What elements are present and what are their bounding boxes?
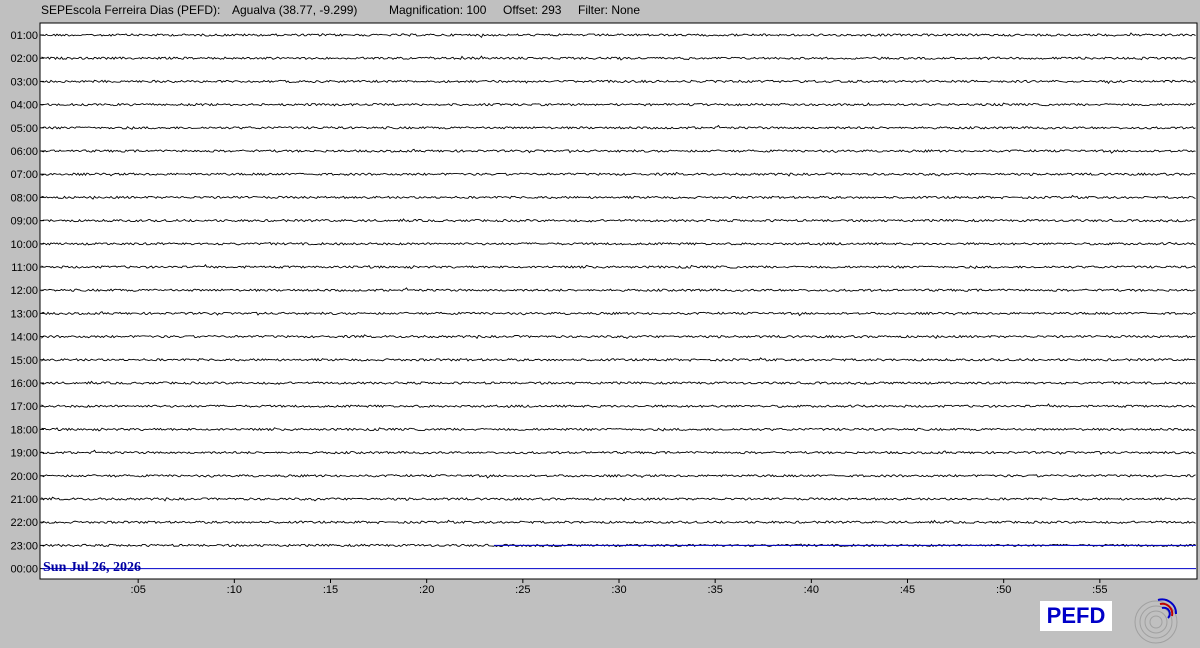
hour-label: 21:00 — [10, 494, 38, 506]
hour-label: 17:00 — [10, 401, 38, 413]
hour-label: 13:00 — [10, 308, 38, 320]
hour-label: 02:00 — [10, 53, 38, 65]
minute-tick-label: :45 — [900, 584, 915, 596]
minute-tick-label: :15 — [323, 584, 338, 596]
hour-label: 14:00 — [10, 332, 38, 344]
minute-tick-label: :25 — [515, 584, 530, 596]
minute-tick-label: :20 — [419, 584, 434, 596]
hour-label: 22:00 — [10, 517, 38, 529]
hour-label: 15:00 — [10, 355, 38, 367]
minute-tick-label: :05 — [131, 584, 146, 596]
hour-label: 06:00 — [10, 146, 38, 158]
hour-label: 05:00 — [10, 123, 38, 135]
hour-label: 00:00 — [10, 564, 38, 576]
hour-label: 01:00 — [10, 30, 38, 42]
hour-label: 18:00 — [10, 424, 38, 436]
minute-tick-label: :30 — [611, 584, 626, 596]
hour-label: 09:00 — [10, 216, 38, 228]
hour-label: 03:00 — [10, 76, 38, 88]
date-label: Sun Jul 26, 2026 — [43, 560, 141, 575]
plot-area — [39, 22, 1198, 580]
hour-label: 20:00 — [10, 471, 38, 483]
hour-label: 04:00 — [10, 100, 38, 112]
hour-label: 19:00 — [10, 448, 38, 460]
hour-label: 10:00 — [10, 239, 38, 251]
minute-tick-label: :35 — [708, 584, 723, 596]
pefd-logo: PEFD — [1040, 601, 1112, 631]
minute-tick-label: :40 — [804, 584, 819, 596]
hour-label: 23:00 — [10, 540, 38, 552]
hour-label: 11:00 — [11, 262, 38, 274]
hour-label: 07:00 — [10, 169, 38, 181]
hour-label: 16:00 — [10, 378, 38, 390]
hour-label: 12:00 — [10, 285, 38, 297]
seismograph-seal-icon — [1134, 598, 1178, 644]
minute-tick-label: :50 — [996, 584, 1011, 596]
minute-tick-label: :55 — [1092, 584, 1107, 596]
hour-label: 08:00 — [10, 192, 38, 204]
helicorder-plot: 01:00 02:00 03:00 04:00 05:00 06:00 07:00 08:00… — [10, 22, 1198, 596]
minute-tick-label: :10 — [227, 584, 242, 596]
